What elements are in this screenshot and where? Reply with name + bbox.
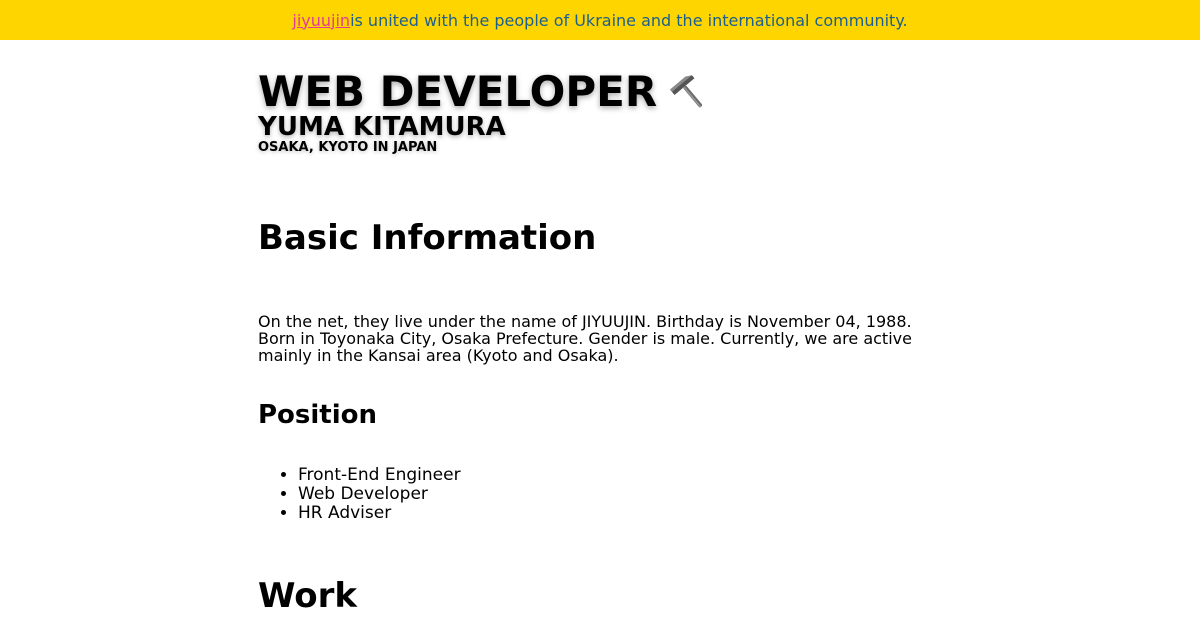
work-heading: Work — [258, 576, 358, 616]
author-location: OSAKA, KYOTO IN JAPAN — [258, 140, 438, 155]
position-list: Front-End Engineer Web Developer HR Advi… — [258, 466, 461, 523]
main-content: WEB DEVELOPER YUMA KITAMURA OSAKA, KYOTO… — [258, 40, 942, 617]
basic-info-paragraph: On the net, they live under the name of … — [258, 312, 912, 365]
page-title-text: WEB DEVELOPER — [258, 67, 658, 116]
page-title: WEB DEVELOPER — [258, 70, 942, 114]
banner-message: is united with the people of Ukraine and… — [350, 10, 908, 30]
hammer-icon — [669, 72, 709, 112]
list-item: HR Adviser — [298, 504, 461, 523]
position-heading: Position — [258, 400, 378, 430]
basic-info-heading: Basic Information — [258, 218, 597, 258]
list-item: Web Developer — [298, 485, 461, 504]
list-item: Front-End Engineer — [298, 466, 461, 485]
author-name: YUMA KITAMURA — [258, 112, 506, 142]
ukraine-banner: jiyuujin is united with the people of Ukr… — [0, 0, 1200, 40]
hero: WEB DEVELOPER YUMA KITAMURA OSAKA, KYOTO… — [258, 40, 942, 155]
jiyuujin-link[interactable]: jiyuujin — [292, 11, 350, 30]
